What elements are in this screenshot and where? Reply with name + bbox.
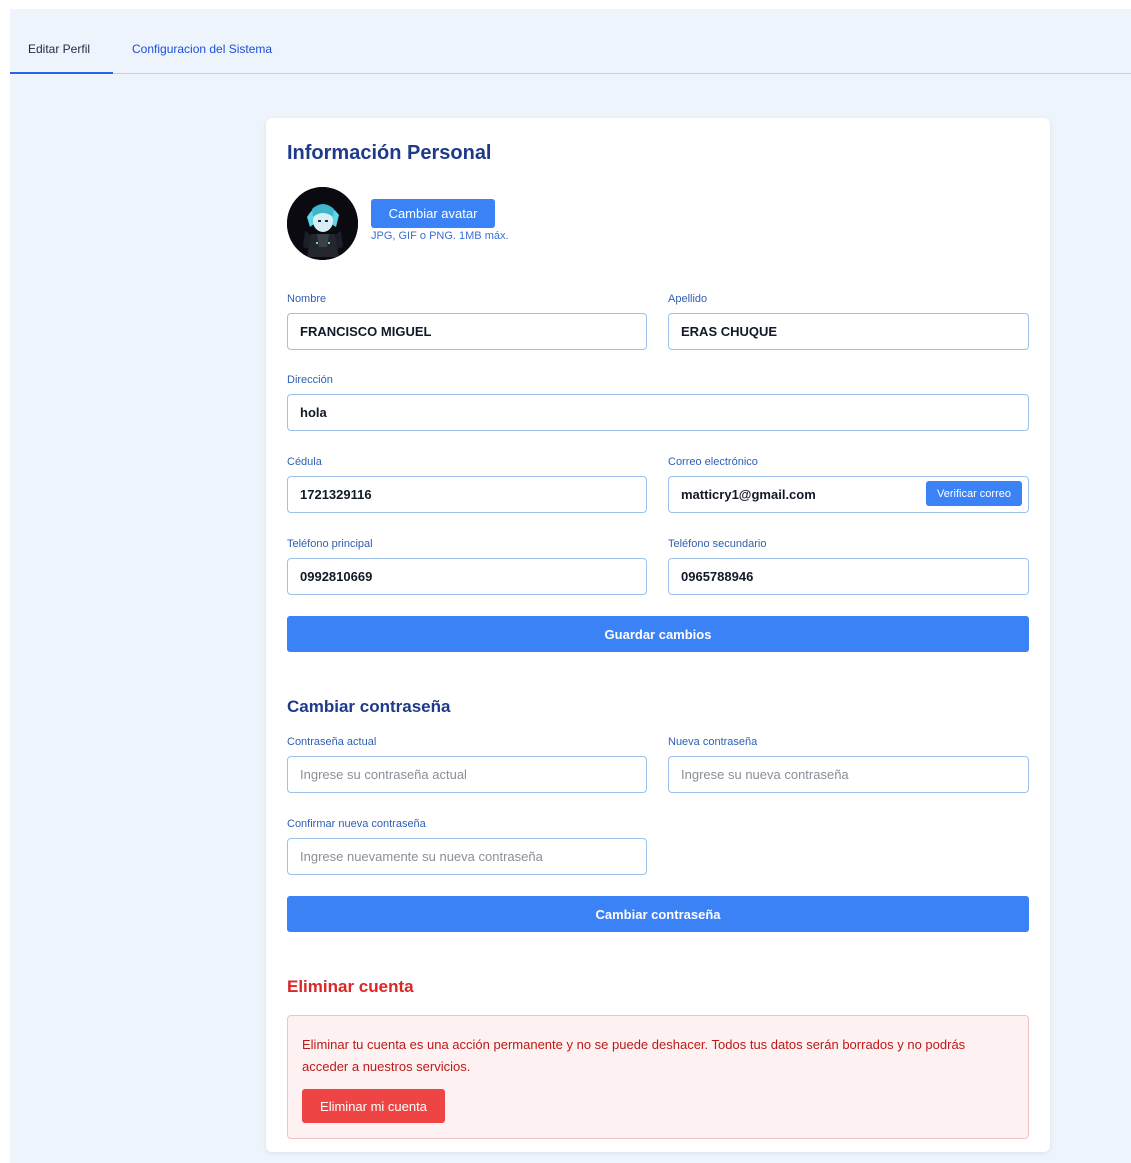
confirm-password-label: Confirmar nueva contraseña bbox=[287, 818, 426, 830]
change-password-button[interactable]: Cambiar contraseña bbox=[287, 896, 1029, 932]
telefono-secundario-label: Teléfono secundario bbox=[668, 538, 767, 550]
delete-account-title: Eliminar cuenta bbox=[287, 977, 414, 996]
delete-account-warning: Eliminar tu cuenta es una acción permane… bbox=[302, 1037, 966, 1074]
telefono-principal-input[interactable] bbox=[287, 558, 647, 595]
cedula-input[interactable] bbox=[287, 476, 647, 513]
current-password-label: Contraseña actual bbox=[287, 736, 377, 748]
tab-editar-perfil[interactable]: Editar Perfil bbox=[28, 42, 90, 56]
avatar-image bbox=[287, 187, 358, 260]
active-tab-indicator bbox=[10, 72, 113, 74]
profile-card: Información Personal Cambiar avatar JPG,… bbox=[266, 118, 1050, 1152]
confirm-password-input[interactable] bbox=[287, 838, 647, 875]
change-password-title: Cambiar contraseña bbox=[287, 697, 451, 716]
direccion-label: Dirección bbox=[287, 374, 333, 386]
tab-bar: Editar Perfil Configuracion del Sistema bbox=[10, 9, 1131, 74]
apellido-input[interactable] bbox=[668, 313, 1029, 350]
direccion-input[interactable] bbox=[287, 394, 1029, 431]
telefono-secundario-input[interactable] bbox=[668, 558, 1029, 595]
telefono-principal-label: Teléfono principal bbox=[287, 538, 373, 550]
tab-configuracion-sistema[interactable]: Configuracion del Sistema bbox=[132, 42, 272, 56]
new-password-input[interactable] bbox=[668, 756, 1029, 793]
cedula-label: Cédula bbox=[287, 456, 322, 468]
avatar bbox=[287, 187, 358, 260]
new-password-label: Nueva contraseña bbox=[668, 736, 758, 748]
personal-info-title: Información Personal bbox=[287, 142, 492, 164]
save-changes-button[interactable]: Guardar cambios bbox=[287, 616, 1029, 652]
apellido-label: Apellido bbox=[668, 293, 708, 305]
delete-account-button[interactable]: Eliminar mi cuenta bbox=[302, 1089, 445, 1123]
verify-email-button[interactable]: Verificar correo bbox=[926, 481, 1022, 506]
change-avatar-button[interactable]: Cambiar avatar bbox=[371, 199, 495, 228]
avatar-hint: JPG, GIF o PNG. 1MB máx. bbox=[371, 230, 509, 242]
nombre-label: Nombre bbox=[287, 293, 327, 305]
current-password-input[interactable] bbox=[287, 756, 647, 793]
delete-account-panel: Eliminar tu cuenta es una acción permane… bbox=[287, 1015, 1029, 1139]
settings-page: Editar Perfil Configuracion del Sistema … bbox=[10, 9, 1131, 1163]
correo-label: Correo electrónico bbox=[668, 456, 758, 468]
nombre-input[interactable] bbox=[287, 313, 647, 350]
